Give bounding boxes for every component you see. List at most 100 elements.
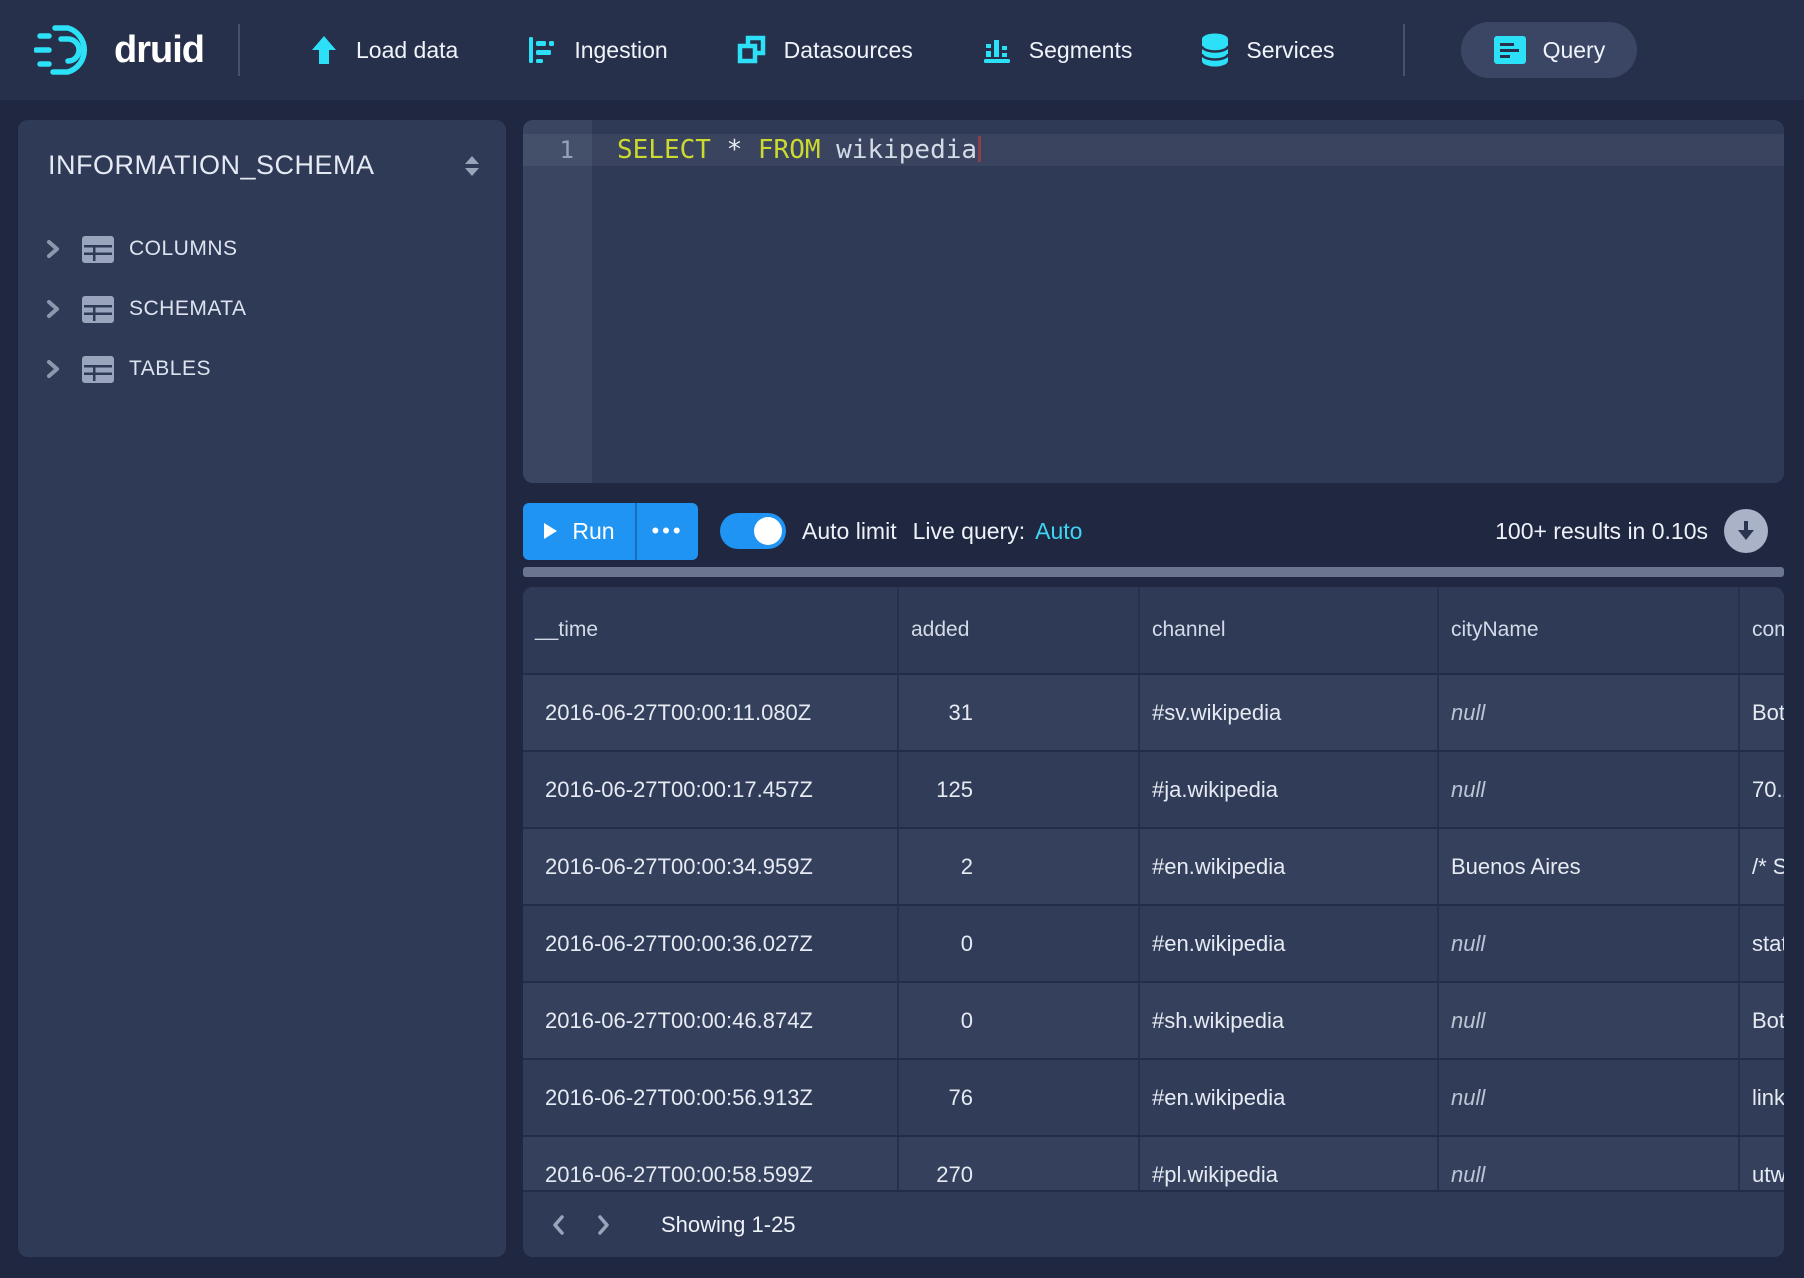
chevron-left-icon <box>548 1213 570 1237</box>
nav-item-query[interactable]: Query <box>1461 22 1638 78</box>
table-cell[interactable]: null <box>1439 906 1740 981</box>
sql-keyword-from: FROM <box>758 135 821 165</box>
table-icon <box>82 296 114 323</box>
navbar-divider <box>1403 24 1405 76</box>
nav-item-label: Query <box>1543 37 1606 64</box>
run-button[interactable]: Run <box>523 503 635 560</box>
table-cell[interactable]: 2016-06-27T00:00:11.080Z <box>523 675 899 750</box>
database-icon <box>1200 33 1230 67</box>
table-cell[interactable]: 2016-06-27T00:00:36.027Z <box>523 906 899 981</box>
chevron-right-icon[interactable] <box>42 238 64 260</box>
upload-arrow-icon <box>308 34 340 66</box>
column-header-cityname[interactable]: cityName <box>1439 587 1740 673</box>
sort-icon[interactable] <box>460 153 484 179</box>
druid-logo[interactable]: druid <box>34 22 204 78</box>
auto-limit-toggle[interactable] <box>720 513 786 549</box>
column-header-added[interactable]: added <box>899 587 1140 673</box>
table-row: 2016-06-27T00:00:34.959Z2#en.wikipediaBu… <box>523 827 1784 904</box>
table-cell[interactable]: stat <box>1740 906 1784 981</box>
column-header-comment[interactable]: comment <box>1740 587 1784 673</box>
table-cell[interactable]: 0 <box>899 983 1140 1058</box>
gantt-bars-icon <box>526 34 558 66</box>
table-cell[interactable]: 125 <box>899 752 1140 827</box>
nav-item-label: Ingestion <box>574 37 667 64</box>
nav-item-services[interactable]: Services <box>1166 0 1368 100</box>
table-cell[interactable]: #en.wikipedia <box>1140 1060 1439 1135</box>
next-page-button[interactable] <box>581 1203 625 1247</box>
chevron-right-icon[interactable] <box>42 298 64 320</box>
tree-item-schemata[interactable]: SCHEMATA <box>18 279 506 339</box>
table-cell[interactable]: #en.wikipedia <box>1140 906 1439 981</box>
sql-keyword-select: SELECT <box>617 135 711 165</box>
table-icon <box>82 356 114 383</box>
table-cell[interactable]: null <box>1439 1060 1740 1135</box>
text-cursor <box>978 136 981 162</box>
sql-editor[interactable]: 1 SELECT * FROM wikipedia <box>523 120 1784 483</box>
table-cell[interactable]: null <box>1439 983 1740 1058</box>
nav-item-label: Services <box>1246 37 1334 64</box>
results-summary: 100+ results in 0.10s <box>1495 518 1708 545</box>
ellipsis-icon: ••• <box>651 518 683 543</box>
schema-title: INFORMATION_SCHEMA <box>48 150 375 181</box>
table-cell[interactable]: Bot <box>1740 675 1784 750</box>
nav-item-load-data[interactable]: Load data <box>274 0 492 100</box>
sql-code-line[interactable]: SELECT * FROM wikipedia <box>617 134 981 166</box>
brand-name: druid <box>114 29 204 72</box>
previous-page-button[interactable] <box>537 1203 581 1247</box>
table-cell[interactable]: #en.wikipedia <box>1140 829 1439 904</box>
navbar-divider <box>238 24 240 76</box>
sql-star: * <box>711 135 758 165</box>
chevron-right-icon[interactable] <box>42 358 64 380</box>
nav-item-label: Datasources <box>784 37 913 64</box>
nav-item-segments[interactable]: Segments <box>947 0 1167 100</box>
live-query-value-link[interactable]: Auto <box>1035 518 1082 544</box>
tree-item-columns[interactable]: COLUMNS <box>18 219 506 279</box>
table-cell[interactable]: links <box>1740 1060 1784 1135</box>
table-row: 2016-06-27T00:00:36.027Z0#en.wikipedianu… <box>523 904 1784 981</box>
table-icon <box>82 236 114 263</box>
line-number: 1 <box>523 134 592 166</box>
table-cell[interactable]: #sv.wikipedia <box>1140 675 1439 750</box>
editor-gutter <box>523 120 592 483</box>
table-row: 2016-06-27T00:00:17.457Z125#ja.wikipedia… <box>523 750 1784 827</box>
nav-item-label: Load data <box>356 37 458 64</box>
table-cell[interactable]: 2016-06-27T00:00:56.913Z <box>523 1060 899 1135</box>
nav-item-datasources[interactable]: Datasources <box>702 0 947 100</box>
tree-item-tables[interactable]: TABLES <box>18 339 506 399</box>
table-cell[interactable]: null <box>1439 675 1740 750</box>
schema-sidebar: INFORMATION_SCHEMA COLUMNS SCHEMATA <box>18 120 506 1257</box>
schema-header: INFORMATION_SCHEMA <box>18 120 506 181</box>
run-more-button[interactable]: ••• <box>635 503 698 560</box>
table-cell[interactable]: Buenos Aires <box>1439 829 1740 904</box>
chevron-right-icon <box>592 1213 614 1237</box>
horizontal-scrollbar[interactable] <box>523 567 1784 577</box>
table-cell[interactable]: 0 <box>899 906 1140 981</box>
showing-range-label: Showing 1-25 <box>661 1212 796 1238</box>
table-cell[interactable]: 2 <box>899 829 1140 904</box>
table-cell[interactable]: 2016-06-27T00:00:46.874Z <box>523 983 899 1058</box>
nav-item-ingestion[interactable]: Ingestion <box>492 0 701 100</box>
run-button-label: Run <box>572 518 614 545</box>
table-body: 2016-06-27T00:00:11.080Z31#sv.wikipedian… <box>523 673 1784 1212</box>
column-header-channel[interactable]: channel <box>1140 587 1439 673</box>
download-results-button[interactable] <box>1724 509 1768 553</box>
toggle-knob <box>754 517 782 545</box>
tree-item-label: SCHEMATA <box>129 297 247 321</box>
run-bar: Run ••• Auto limit Live query:Auto 100+ … <box>523 483 1784 567</box>
table-cell[interactable]: null <box>1439 752 1740 827</box>
table-cell[interactable]: Bot: <box>1740 983 1784 1058</box>
live-query-text: Live query: <box>913 518 1026 544</box>
table-cell[interactable]: #sh.wikipedia <box>1140 983 1439 1058</box>
table-cell[interactable]: 2016-06-27T00:00:34.959Z <box>523 829 899 904</box>
column-header-time[interactable]: __time <box>523 587 899 673</box>
table-cell[interactable]: 2016-06-27T00:00:17.457Z <box>523 752 899 827</box>
table-cell[interactable]: 70.2 <box>1740 752 1784 827</box>
sql-table-name: wikipedia <box>821 135 978 165</box>
download-icon <box>1733 518 1759 544</box>
table-cell[interactable]: 76 <box>899 1060 1140 1135</box>
table-cell[interactable]: 31 <box>899 675 1140 750</box>
table-cell[interactable]: #ja.wikipedia <box>1140 752 1439 827</box>
bar-chart-icon <box>981 34 1013 66</box>
table-cell[interactable]: /* Se <box>1740 829 1784 904</box>
table-header-row: __time added channel cityName comment <box>523 587 1784 673</box>
